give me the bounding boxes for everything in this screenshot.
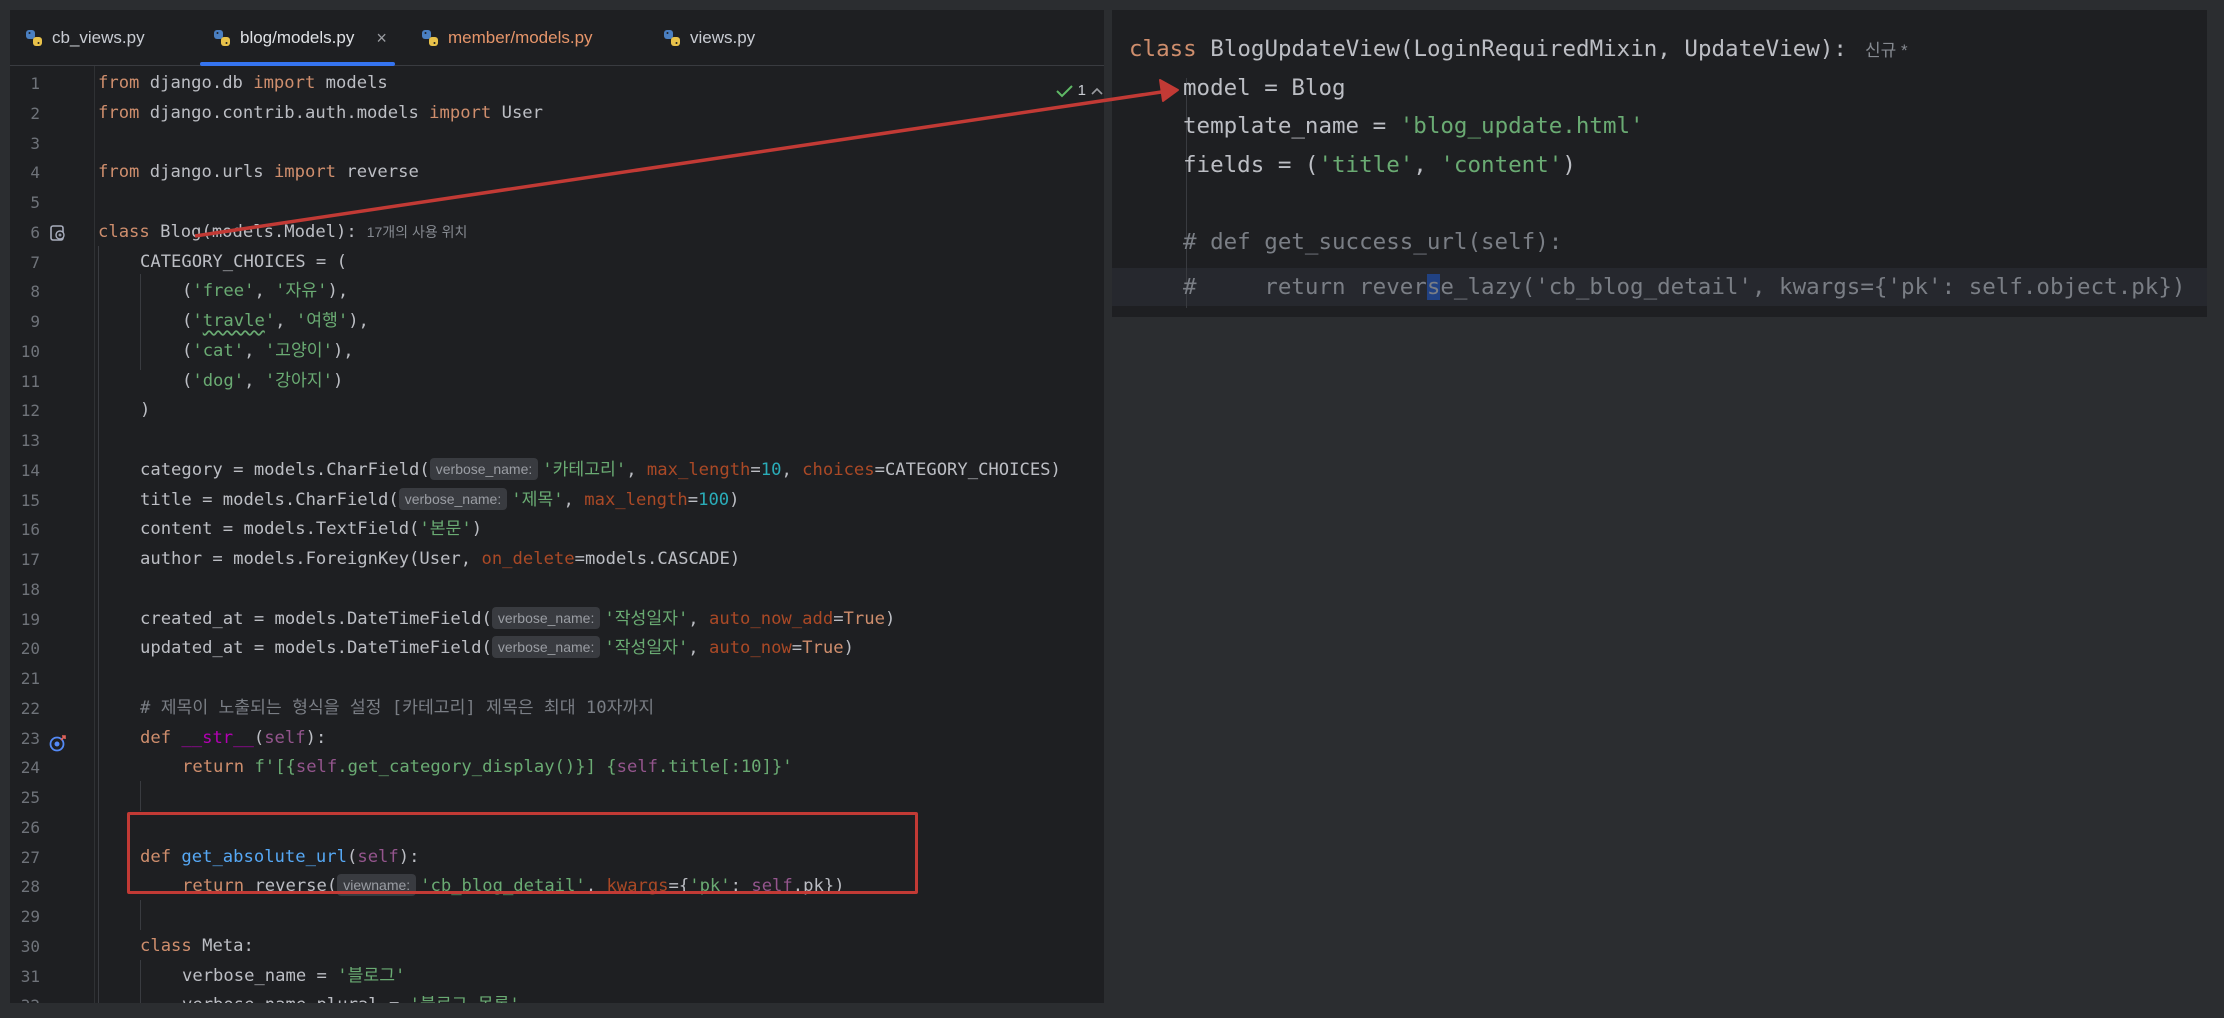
tab-label: views.py: [690, 28, 756, 47]
code-line-10: ('cat', '고양이'),: [182, 341, 354, 361]
line-number: 25: [20, 788, 40, 807]
line-number: 24: [20, 758, 40, 777]
line-number: 31: [20, 967, 40, 986]
indent-guide: [98, 246, 99, 1003]
indent-guide: [140, 960, 141, 1003]
line-number: 5: [30, 193, 40, 212]
code-line-19: created_at = models.DateTimeField(verbos…: [140, 607, 896, 629]
tab-cb-views[interactable]: cb_views.py: [24, 10, 145, 66]
line-number: 28: [20, 877, 40, 896]
usages-hint[interactable]: 17개의 사용 위치: [367, 224, 468, 240]
code-line-12: ): [140, 400, 151, 420]
line-number: 13: [20, 431, 40, 450]
line-number: 9: [30, 312, 40, 331]
line-number: 14: [20, 461, 40, 480]
line-number: 11: [20, 372, 40, 391]
snippet-line-6: # def get_success_url(self):: [1183, 229, 1563, 255]
code-line-15: title = models.CharField(verbose_name: '제…: [140, 488, 740, 510]
snippet-line-2: model = Blog: [1183, 75, 1346, 101]
tab-label: blog/models.py: [240, 28, 355, 47]
tab-label: cb_views.py: [52, 28, 145, 47]
python-file-icon: [420, 28, 440, 48]
snippet-line-7: # return reverse_lazy('cb_blog_detail', …: [1183, 274, 2186, 300]
code-line-23: def __str__(self):: [140, 728, 327, 748]
line-number: 3: [30, 134, 40, 153]
line-number: 29: [20, 907, 40, 926]
tab-views[interactable]: views.py: [662, 10, 755, 66]
line-number: 27: [20, 848, 40, 867]
code-line-29: class Meta:: [140, 936, 254, 956]
code-line-8: ('free', '자유'),: [182, 281, 349, 301]
line-number: 32: [10, 991, 40, 1003]
line-number: 22: [20, 699, 40, 718]
snippet-line-3: template_name = 'blog_update.html': [1183, 113, 1644, 139]
code-line-2: from django.contrib.auth.models import U…: [98, 103, 543, 123]
code-line-11: ('dog', '강아지'): [182, 371, 344, 391]
line-number: 26: [20, 818, 40, 837]
tab-label: member/models.py: [448, 28, 593, 47]
new-file-badge: 신규 *: [1864, 41, 1908, 60]
line-number: 16: [20, 520, 40, 539]
code-line-22: # 제목이 노출되는 형식을 설정 [카테고리] 제목은 최대 10자까지: [140, 698, 655, 718]
text-caret: s: [1426, 274, 1441, 300]
line-number: 17: [20, 550, 40, 569]
line-number: 19: [20, 610, 40, 629]
code-line-30: verbose_name = '블로그': [182, 966, 406, 986]
code-line-1: from django.db import models: [98, 73, 388, 93]
code-line-4: from django.urls import reverse: [98, 162, 419, 182]
python-file-icon: [24, 28, 44, 48]
tab-member-models[interactable]: member/models.py: [420, 10, 593, 66]
param-hint: verbose_name:: [491, 636, 601, 658]
editor-tab-bar: cb_views.py blog/models.py × member/mode…: [10, 10, 1104, 66]
line-number: 12: [20, 401, 40, 420]
line-number: 18: [20, 580, 40, 599]
snippet-pane: class BlogUpdateView(LoginRequiredMixin,…: [1112, 10, 2207, 317]
code-line-9: ('travle', '여행'),: [182, 311, 369, 331]
code-line-6: class Blog(models.Model): 17개의 사용 위치: [98, 222, 468, 242]
line-number: 30: [20, 937, 40, 956]
line-number: 23: [20, 729, 40, 748]
line-number: 7: [30, 253, 40, 272]
line-number: 15: [20, 491, 40, 510]
indent-guide: [140, 900, 141, 930]
code-line-7: CATEGORY_CHOICES = (: [140, 252, 347, 272]
line-number-gutter: 1 2 3 4 5 6 7 8 9 10 11 12 13 14 15 16 1…: [10, 66, 95, 1003]
snippet-line-1: class BlogUpdateView(LoginRequiredMixin,…: [1129, 36, 1908, 62]
code-line-14: category = models.CharField(verbose_name…: [140, 458, 1061, 480]
line-number: 20: [20, 639, 40, 658]
param-hint: verbose_name:: [491, 607, 601, 629]
editor-left-pane: cb_views.py blog/models.py × member/mode…: [10, 10, 1104, 1003]
python-file-icon: [212, 28, 232, 48]
line-number: 6: [30, 223, 40, 242]
close-icon[interactable]: ×: [376, 28, 387, 49]
python-file-icon: [662, 28, 682, 48]
tab-blog-models[interactable]: blog/models.py ×: [200, 10, 395, 66]
line-number: 2: [30, 104, 40, 123]
code-line-17: author = models.ForeignKey(User, on_dele…: [140, 549, 741, 569]
implemented-by-gutter-icon[interactable]: [48, 223, 68, 243]
param-hint: verbose_name:: [398, 488, 508, 510]
indent-guide: [140, 274, 141, 370]
indent-guide: [140, 781, 141, 811]
snippet-line-4: fields = ('title', 'content'): [1183, 152, 1576, 178]
override-gutter-icon[interactable]: [48, 733, 68, 753]
line-number: 4: [30, 163, 40, 182]
code-line-20: updated_at = models.DateTimeField(verbos…: [140, 636, 854, 658]
code-line-24: return f'[{self.get_category_display()}]…: [182, 757, 793, 777]
line-number: 1: [30, 74, 40, 93]
line-number: 8: [30, 282, 40, 301]
param-hint: verbose_name:: [429, 458, 539, 480]
highlight-annotation-box: [127, 812, 918, 894]
code-line-31: verbose_name_plural = '블로그 목록': [182, 991, 520, 1003]
line-number: 10: [20, 342, 40, 361]
line-number: 21: [20, 669, 40, 688]
code-line-16: content = models.TextField('본문'): [140, 519, 483, 539]
